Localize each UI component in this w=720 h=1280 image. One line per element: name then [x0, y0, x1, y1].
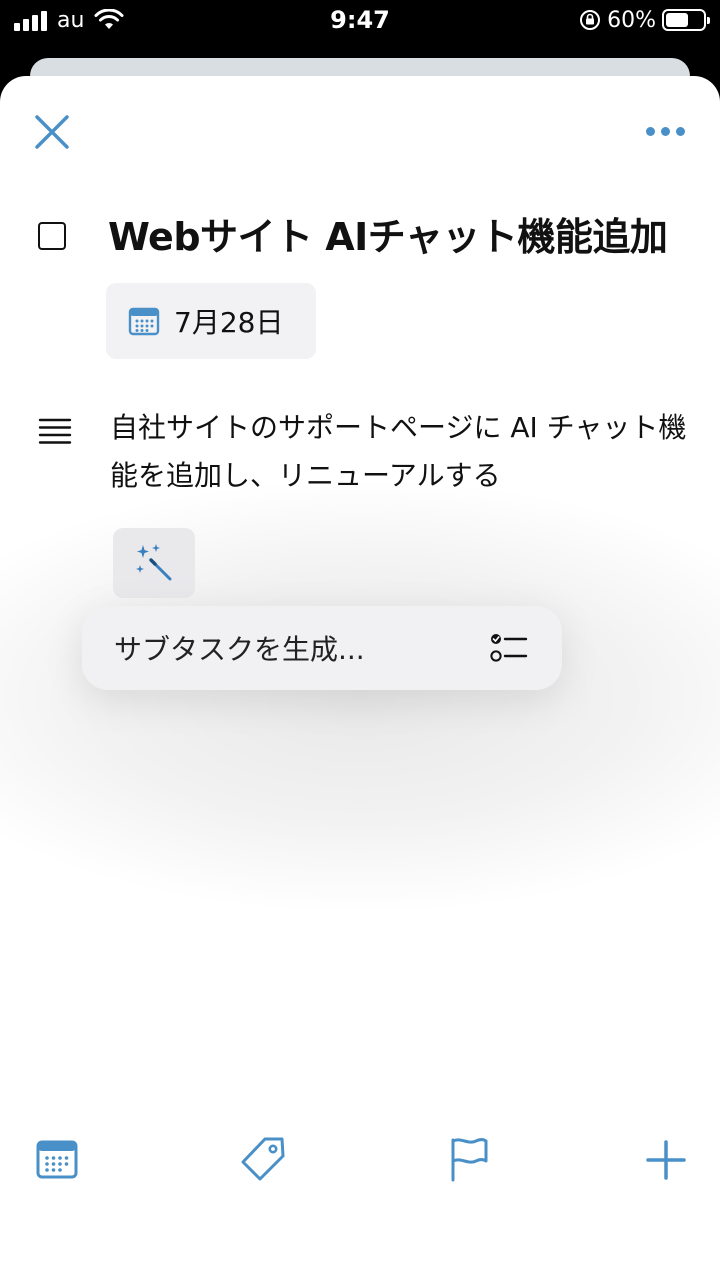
- toolbar-flag-button[interactable]: [448, 1136, 494, 1182]
- tag-icon: [241, 1137, 285, 1181]
- calendar-icon: [36, 1140, 78, 1179]
- toolbar-calendar-button[interactable]: [36, 1138, 82, 1184]
- more-icon-dot: [645, 126, 655, 136]
- more-icon-dot: [675, 126, 685, 136]
- close-button[interactable]: [30, 110, 74, 154]
- close-icon: [35, 115, 69, 149]
- toolbar-tag-button[interactable]: [240, 1136, 286, 1182]
- battery-icon: [662, 9, 710, 31]
- orientation-lock-icon: [580, 10, 601, 30]
- status-right: 60%: [579, 6, 710, 34]
- flag-icon: [451, 1138, 488, 1182]
- ai-menu: サブタスクを生成...: [82, 606, 562, 690]
- task-detail-sheet: Webサイト AIチャット機能追加 7月28日 自社サイトのサポートページに A…: [0, 76, 720, 1280]
- more-button[interactable]: [640, 116, 690, 146]
- magic-wand-icon: [136, 544, 172, 581]
- calendar-icon: [128, 307, 160, 336]
- notes-icon: [38, 418, 72, 444]
- task-notes[interactable]: 自社サイトのサポートページに AI チャット機能を追加し、リニューアルする: [110, 404, 710, 500]
- due-date-label: 7月28日: [174, 306, 284, 339]
- battery-percent: 60%: [607, 7, 656, 33]
- plus-icon: [646, 1140, 686, 1180]
- battery-fill: [666, 13, 688, 27]
- ai-assist-button[interactable]: [113, 528, 195, 598]
- status-bar: au 9:47 60%: [0, 0, 720, 52]
- due-date-chip[interactable]: 7月28日: [106, 283, 316, 359]
- menu-backdrop: [0, 476, 720, 916]
- task-title[interactable]: Webサイト AIチャット機能追加: [108, 206, 668, 261]
- task-checkbox[interactable]: [38, 222, 66, 250]
- toolbar-add-button[interactable]: [644, 1138, 690, 1184]
- more-icon-dot: [660, 126, 670, 136]
- checklist-icon: [490, 634, 528, 662]
- generate-subtasks-item[interactable]: サブタスクを生成...: [114, 628, 490, 668]
